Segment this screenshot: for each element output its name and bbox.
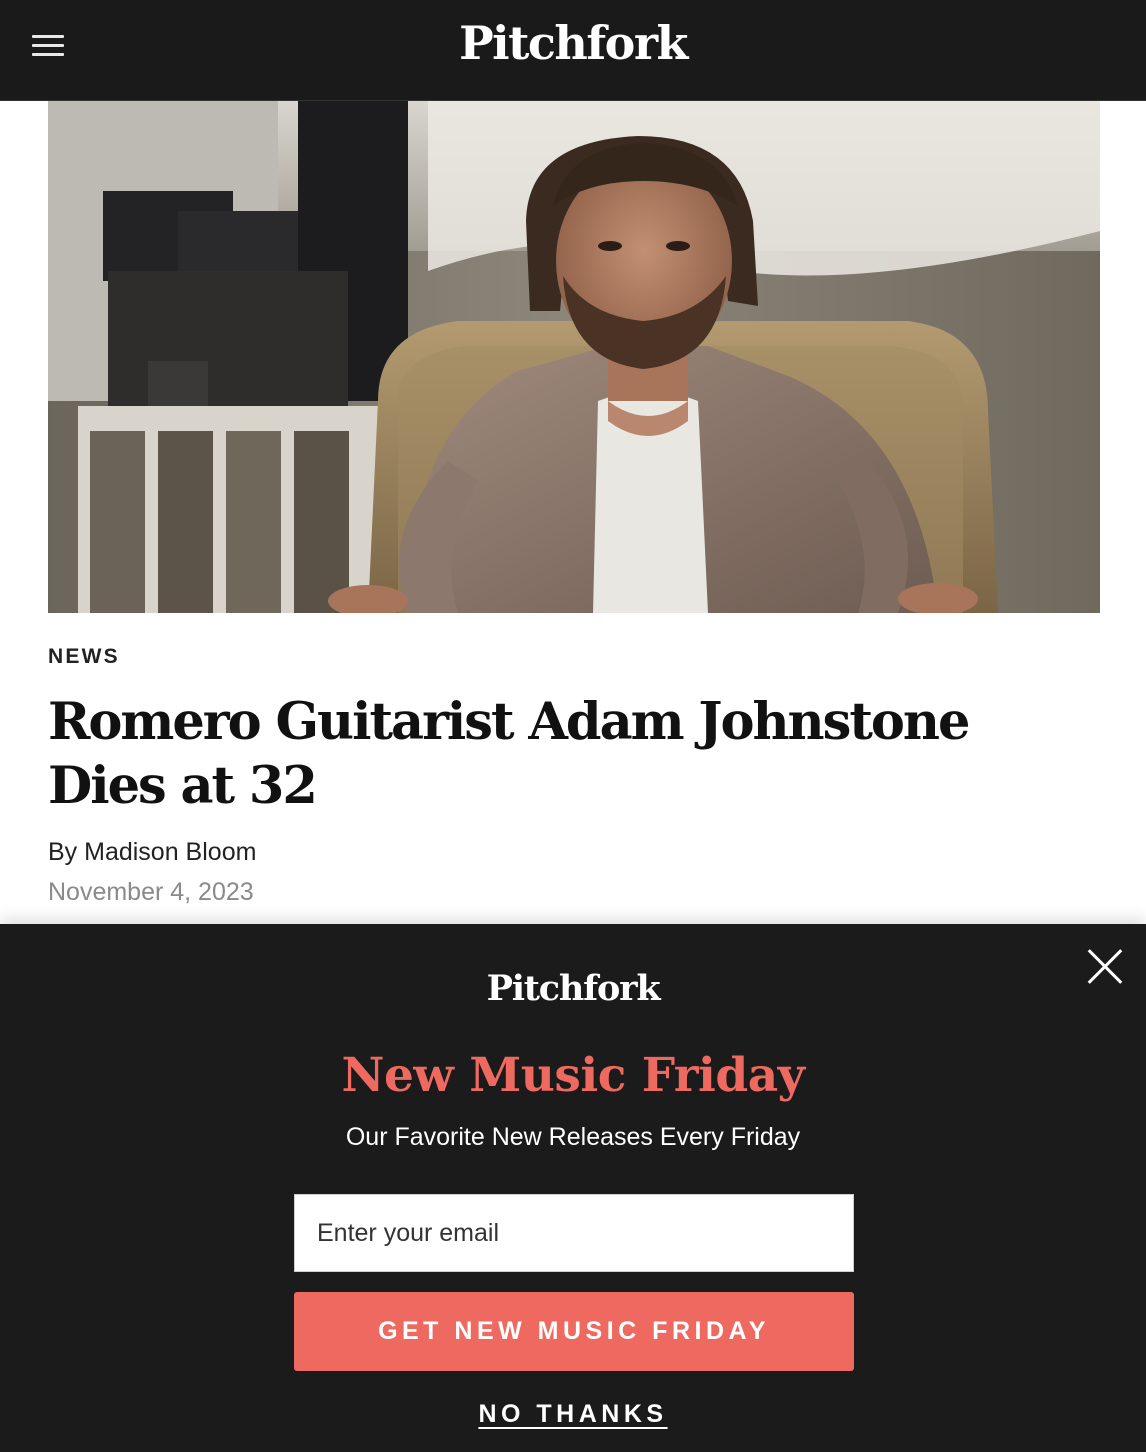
article-date: November 4, 2023 xyxy=(48,878,254,906)
site-header: Pitchfork xyxy=(0,0,1146,101)
subscribe-button[interactable]: GET NEW MUSIC FRIDAY xyxy=(294,1292,854,1371)
no-thanks-link[interactable]: NO THANKS xyxy=(478,1400,667,1428)
hero-image xyxy=(48,101,1100,613)
email-input[interactable] xyxy=(294,1194,854,1272)
newsletter-subtitle: Our Favorite New Releases Every Friday xyxy=(345,1123,801,1151)
author-link[interactable]: By Madison Bloom xyxy=(48,838,256,866)
site-logo: Pitchfork xyxy=(0,16,1146,70)
newsletter-logo: Pitchfork xyxy=(486,968,661,1009)
newsletter-title: New Music Friday xyxy=(341,1048,805,1103)
decline-container: NO THANKS xyxy=(0,1400,1146,1429)
article-headline: Romero Guitarist Adam Johnstone Dies at … xyxy=(48,692,970,816)
article-byline: By Madison Bloom xyxy=(48,838,256,867)
hero-photo-illustration xyxy=(48,101,1100,613)
logo-link[interactable]: Pitchfork xyxy=(459,16,688,70)
article-rubric[interactable]: NEWS xyxy=(48,645,120,669)
